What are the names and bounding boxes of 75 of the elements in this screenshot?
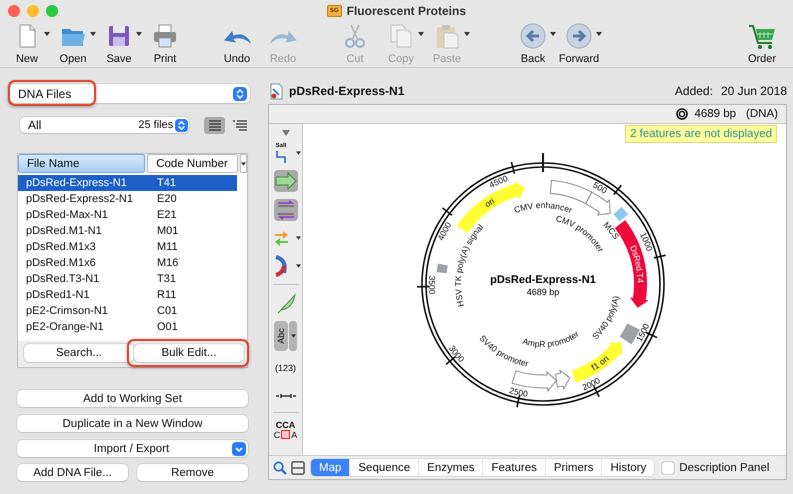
feature-label: f1 ori	[590, 353, 611, 372]
filter-select[interactable]: All 25 files	[20, 117, 190, 133]
file-name: pDsRed1-N1	[26, 289, 91, 301]
file-row[interactable]: pDsRed.M1x6 M16	[18, 255, 237, 271]
code-number: M11	[157, 241, 178, 253]
list-button[interactable]: Search...	[24, 344, 134, 362]
text-tool-button[interactable]: Abc	[274, 320, 288, 351]
footer-button[interactable]: Remove	[137, 464, 248, 481]
plasmid-length: 4689 bp	[526, 286, 560, 297]
feature-label: ori	[482, 196, 496, 210]
code-number: E21	[157, 209, 177, 221]
file-name: pDsRed-Express-N1	[26, 177, 128, 189]
translation-tool-button[interactable]: CCA C A	[274, 420, 298, 440]
menu-button[interactable]: Import / Export	[17, 440, 248, 457]
view-tab[interactable]: Sequence	[350, 459, 420, 476]
toolbar-button[interactable]: New	[4, 22, 50, 65]
file-name: pE2-Orange-N1	[26, 321, 105, 333]
scale-label: 500	[591, 180, 609, 196]
scale-label: 2000	[580, 375, 602, 392]
scale-label: 4500	[487, 173, 510, 190]
view-tab[interactable]: Map	[311, 459, 350, 476]
column-header[interactable]: Code Number	[147, 154, 238, 173]
code-number: M16	[157, 257, 178, 269]
view-tab[interactable]: Primers	[546, 459, 602, 476]
code-number: O01	[157, 321, 178, 333]
footer-button[interactable]: Add DNA File...	[17, 464, 128, 481]
action-button[interactable]: Duplicate in a New Window	[17, 415, 248, 432]
collection-select[interactable]: DNA Files	[10, 84, 250, 103]
added-label: Added:	[674, 84, 713, 98]
file-name: pDsRed.T3-N1	[26, 273, 100, 285]
file-row[interactable]: pDsRed.T3-N1 T31	[18, 271, 237, 287]
code-number: E20	[157, 193, 177, 205]
toolbar-button[interactable]: Open	[50, 22, 96, 65]
file-name: pDsRed-Express2-N1	[26, 193, 134, 205]
notice-banner: 2 features are not displayed	[625, 124, 777, 143]
file-row[interactable]: pDsRed.M1x3 M11	[18, 239, 237, 255]
action-button[interactable]: Add to Working Set	[17, 390, 248, 407]
code-number: T41	[157, 177, 176, 189]
scale-label: 2500	[508, 385, 529, 399]
file-name: pE2-Crimson-N1	[26, 305, 109, 317]
window-title: Fluorescent Proteins	[346, 4, 466, 18]
toolbar-button[interactable]: Print	[142, 22, 188, 65]
view-tab[interactable]: Enzymes	[419, 459, 484, 476]
toolbar-button[interactable]: Save	[96, 22, 142, 65]
code-number: M01	[157, 225, 178, 237]
view-tab[interactable]: Features	[483, 459, 546, 476]
feature-label: CMV enhancer	[512, 200, 574, 215]
numbers-tool-button[interactable]: (123)	[274, 358, 298, 378]
view-tab[interactable]: History	[602, 459, 654, 476]
checkbox-label: Description Panel	[679, 462, 770, 474]
file-row[interactable]: pDsRed-Express-N1 T41	[18, 175, 237, 191]
code-number: T31	[157, 273, 176, 285]
code-number: C01	[157, 305, 178, 317]
list-button[interactable]: Bulk Edit...	[134, 344, 244, 362]
file-name: pDsRed.M1-N1	[26, 225, 103, 237]
file-row[interactable]: pDsRed-Max-N1 E21	[18, 207, 237, 223]
plasmid-name: pDsRed-Express-N1	[490, 274, 596, 286]
toolbar-button[interactable]: Undo	[214, 22, 260, 65]
file-row[interactable]: pE2-Orange-N1 O01	[18, 319, 237, 335]
file-name: pDsRed.M1x6	[26, 257, 97, 269]
file-row[interactable]: pE2-Crimson-N1 C01	[18, 303, 237, 319]
molecule-type: (DNA)	[746, 108, 778, 120]
file-row[interactable]: pDsRed-Express2-N1 E20	[18, 191, 237, 207]
added-date: 20 Jun 2018	[720, 84, 787, 98]
toolbar-button[interactable]: Forward	[556, 22, 602, 65]
file-row[interactable]: pDsRed.M1-N1 M01	[18, 223, 237, 239]
code-number: R11	[157, 289, 176, 301]
file-name: pDsRed-Max-N1	[26, 209, 109, 221]
file-name: pDsRed.M1x3	[26, 241, 97, 253]
toolbar-button[interactable]: Back	[510, 22, 556, 65]
toolbar-button[interactable]: Order	[739, 22, 785, 65]
sequence-length: 4689 bp	[694, 108, 736, 120]
column-header[interactable]: File Name	[18, 154, 146, 173]
file-row[interactable]: pDsRed1-N1 R11	[18, 287, 237, 303]
document-name: pDsRed-Express-N1	[289, 84, 404, 98]
